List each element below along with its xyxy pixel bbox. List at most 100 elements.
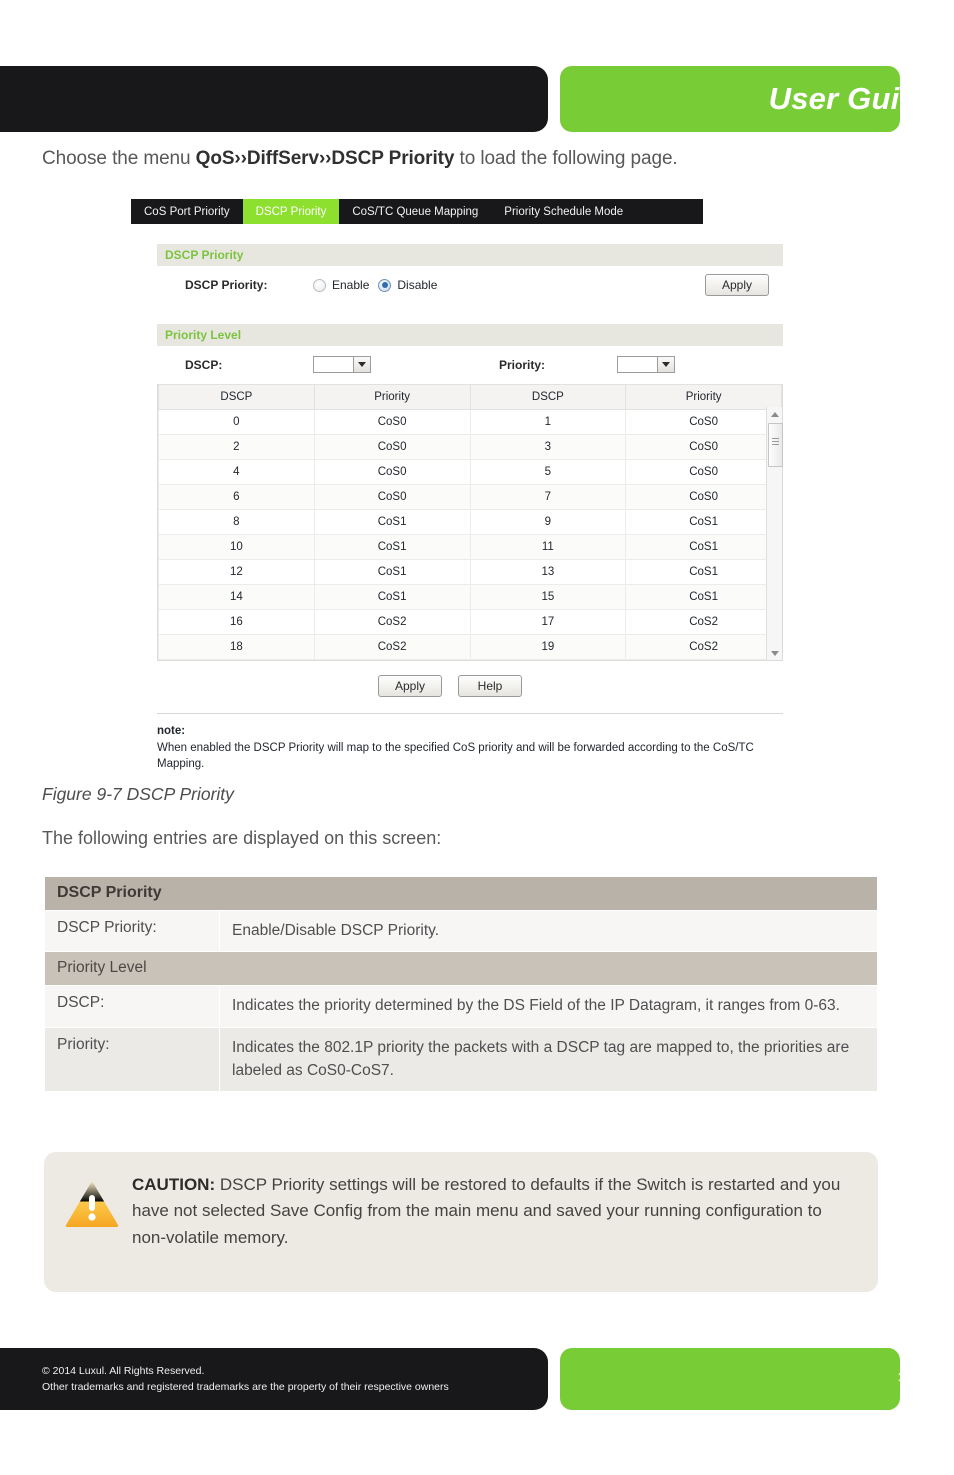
header-black-bar	[0, 66, 548, 132]
tab-cos-port-priority[interactable]: CoS Port Priority	[131, 199, 243, 224]
table-cell: CoS1	[313, 559, 471, 585]
caution-text: CAUTION: DSCP Priority settings will be …	[128, 1170, 856, 1272]
table-cell: 18	[158, 634, 315, 660]
chevron-down-icon[interactable]	[657, 356, 675, 372]
table-cell: 1	[469, 409, 627, 435]
scroll-up-arrow-icon[interactable]	[767, 407, 782, 421]
scroll-down-arrow-icon[interactable]	[767, 646, 782, 660]
dscp-select[interactable]	[313, 355, 371, 373]
chevron-down-icon[interactable]	[353, 356, 370, 372]
dscp-select-label: DSCP:	[185, 358, 223, 372]
table-cell: 3	[469, 434, 627, 460]
desc-entry-key: DSCP Priority:	[44, 909, 220, 953]
note-title: note:	[157, 725, 186, 737]
table-row[interactable]: 2 CoS0 3 CoS0	[158, 434, 782, 460]
ui-panel: DSCP Priority DSCP Priority: Enable Disa…	[157, 224, 783, 774]
table-cell: 6	[158, 484, 315, 510]
table-cell: 5	[469, 459, 627, 485]
desc-table-subheader-row: Priority Level	[44, 951, 878, 987]
table-row[interactable]: 4 CoS0 5 CoS0	[158, 459, 782, 485]
table-row[interactable]: 8 CoS1 9 CoS1	[158, 509, 782, 535]
table-cell: CoS0	[313, 484, 471, 510]
priority-level-selector-row: DSCP: Priority:	[157, 346, 783, 384]
entries-description-table: DSCP Priority DSCP Priority: Enable/Disabl…	[44, 876, 878, 1092]
table-cell: 16	[158, 609, 315, 635]
note-block: note: When enabled the DSCP Priority wil…	[157, 714, 783, 773]
desc-table-header-label: DSCP Priority	[44, 876, 878, 911]
table-cell: 10	[158, 534, 315, 560]
table-cell: CoS1	[313, 509, 471, 535]
desc-entry-value: Indicates the priority determined by the…	[219, 985, 878, 1028]
figure-caption: Figure 9-7 DSCP Priority	[42, 784, 234, 804]
table-cell: 15	[469, 584, 627, 610]
radio-disable-label: Disable	[397, 278, 438, 292]
radio-enable-circle-icon[interactable]	[313, 278, 326, 292]
guide-title: User Guide	[768, 81, 936, 116]
desc-table-row: Priority: Indicates the 802.1P priority t…	[44, 1026, 878, 1092]
table-cell: 13	[469, 559, 627, 585]
dscp-priority-row: DSCP Priority: Enable Disable Apply	[157, 266, 783, 304]
table-row[interactable]: 14 CoS1 15 CoS1	[158, 584, 782, 610]
table-cell: CoS1	[625, 509, 782, 535]
tab-dscp-priority[interactable]: DSCP Priority	[242, 199, 340, 224]
table-cell: CoS1	[625, 584, 782, 610]
radio-disable-circle-icon[interactable]	[378, 278, 392, 292]
copyright-line-2: Other trademarks and registered trademar…	[42, 1381, 449, 1394]
table-cell: 19	[469, 634, 627, 660]
priority-select[interactable]	[617, 355, 676, 373]
priority-select-label: Priority:	[499, 358, 546, 372]
apply-button-top[interactable]: Apply	[705, 274, 769, 296]
dscp-mapping-table-wrapper: DSCP Priority DSCP Priority 0 CoS0 1 CoS0 2 C…	[157, 384, 783, 661]
dscp-priority-radio-group: Enable Disable	[313, 278, 437, 292]
scrollbar-thumb[interactable]	[768, 423, 783, 467]
table-row[interactable]: 6 CoS0 7 CoS0	[158, 484, 782, 510]
footer-green-bar	[560, 1348, 900, 1410]
table-row[interactable]: 10 CoS1 11 CoS1	[158, 534, 782, 560]
table-cell: CoS0	[313, 409, 471, 435]
apply-button-bottom[interactable]: Apply	[378, 675, 442, 697]
desc-entry-key: DSCP:	[44, 985, 220, 1028]
table-cell: CoS1	[313, 584, 471, 610]
table-scrollbar[interactable]	[766, 407, 783, 660]
table-header-row: DSCP Priority DSCP Priority	[158, 384, 782, 410]
priority-select-value	[618, 357, 657, 372]
intro-post: to load the following page.	[454, 148, 678, 169]
footer-copyright: © 2014 Luxul. All Rights Reserved. Other…	[42, 1363, 449, 1396]
copyright-line-1: © 2014 Luxul. All Rights Reserved.	[42, 1365, 205, 1377]
table-cell: CoS1	[625, 534, 782, 560]
table-cell: 14	[158, 584, 315, 610]
table-row[interactable]: 16 CoS2 17 CoS2	[158, 609, 782, 635]
page-number: 143	[897, 1370, 918, 1384]
table-cell: 9	[469, 509, 627, 535]
intro-pre: Choose the menu	[42, 148, 196, 169]
table-body: 0 CoS0 1 CoS0 2 CoS0 3 CoS0 4 CoS0 5 CoS0 6 CoS0 7 CoS0…	[158, 409, 782, 660]
desc-entry-value: Indicates the 802.1P priority the packet…	[219, 1026, 878, 1092]
table-cell: 2	[158, 434, 315, 460]
table-cell: CoS0	[625, 484, 782, 510]
table-row[interactable]: 18 CoS2 19 CoS2	[158, 634, 782, 660]
caution-body: DSCP Priority settings will be restored …	[132, 1175, 841, 1247]
col-header-priority-2: Priority	[625, 384, 782, 410]
table-row[interactable]: 0 CoS0 1 CoS0	[158, 409, 782, 435]
table-cell: 0	[158, 409, 315, 435]
note-text: When enabled the DSCP Priority will map …	[157, 741, 754, 771]
desc-table-subheader-label: Priority Level	[44, 951, 878, 987]
table-cell: CoS1	[313, 534, 471, 560]
radio-enable[interactable]: Enable	[313, 278, 369, 292]
caution-box: CAUTION: DSCP Priority settings will be …	[44, 1152, 878, 1292]
section-header-dscp-priority: DSCP Priority	[157, 244, 783, 266]
table-row[interactable]: 12 CoS1 13 CoS1	[158, 559, 782, 585]
help-button[interactable]: Help	[458, 675, 522, 697]
col-header-dscp-1: DSCP	[158, 384, 315, 410]
table-cell: CoS0	[313, 459, 471, 485]
tab-priority-schedule-mode[interactable]: Priority Schedule Mode	[491, 199, 636, 224]
col-header-dscp-2: DSCP	[469, 384, 627, 410]
table-cell: CoS2	[625, 634, 782, 660]
desc-table-row: DSCP Priority: Enable/Disable DSCP Priori…	[44, 909, 878, 953]
table-cell: CoS0	[625, 434, 782, 460]
radio-disable[interactable]: Disable	[378, 278, 437, 292]
page-footer: © 2014 Luxul. All Rights Reserved. Other…	[0, 1348, 954, 1410]
screen-intro-text: The following entries are displayed on t…	[42, 828, 442, 848]
table-cell: CoS0	[313, 434, 471, 460]
tab-cos-tc-queue-mapping[interactable]: CoS/TC Queue Mapping	[339, 199, 491, 224]
